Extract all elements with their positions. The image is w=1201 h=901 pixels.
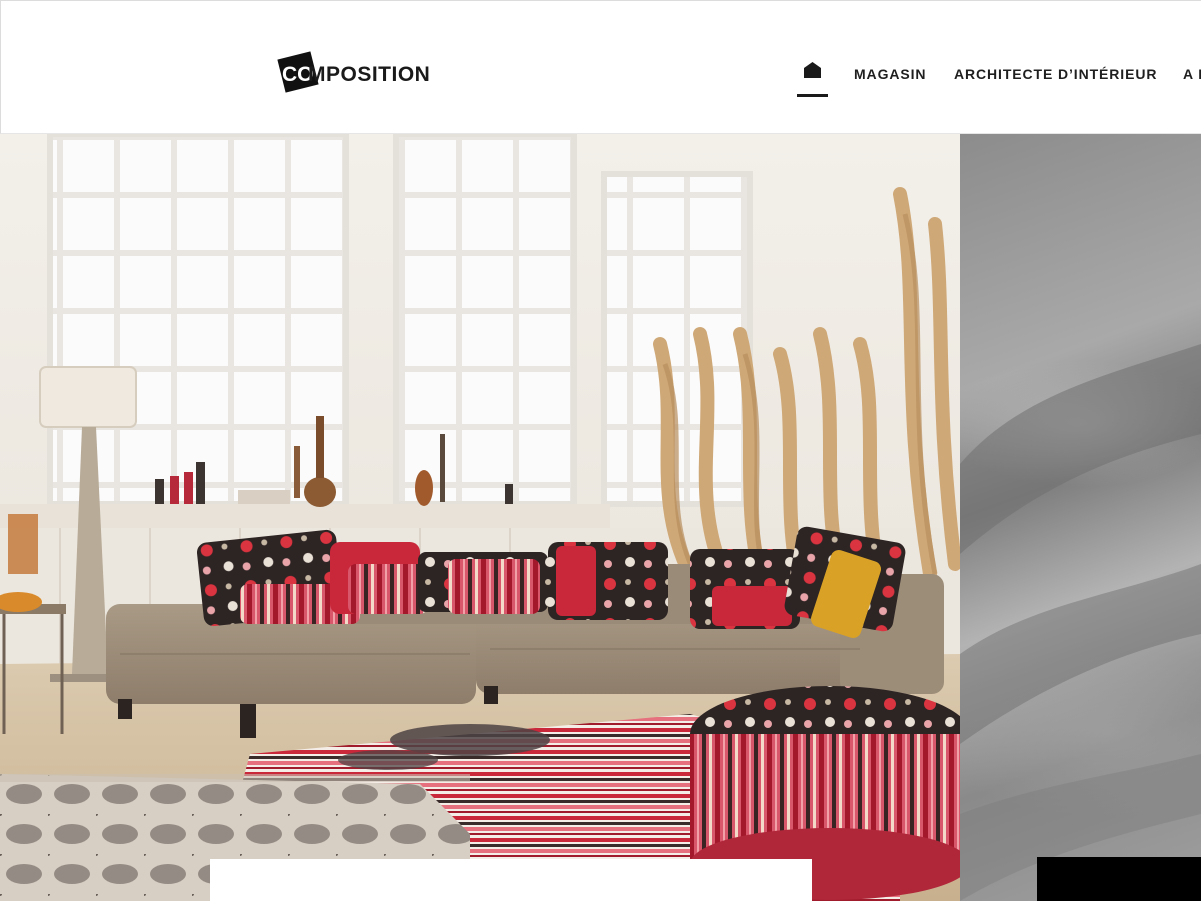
home-icon xyxy=(804,62,821,78)
fabric-texture xyxy=(960,344,1201,901)
feature-card-black[interactable] xyxy=(1037,857,1201,901)
nav-item-architecte[interactable]: ARCHITECTE D’INTÉRIEUR xyxy=(954,66,1157,82)
nav-home-link[interactable] xyxy=(797,59,828,97)
active-nav-underline xyxy=(797,94,828,97)
feature-card-white[interactable] xyxy=(210,859,812,901)
hero-image-living-room[interactable] xyxy=(0,134,960,901)
hero-image-fabric[interactable] xyxy=(960,134,1201,901)
site-header: CO MPOSITION MAGASIN ARCHITECTE D’INTÉRI… xyxy=(0,0,1201,134)
nav-item-a-propos[interactable]: A P xyxy=(1183,66,1201,82)
main-nav: MAGASIN ARCHITECTE D’INTÉRIEUR A P xyxy=(1,1,1201,135)
living-room-photo xyxy=(0,134,960,901)
nav-item-magasin[interactable]: MAGASIN xyxy=(854,66,926,82)
